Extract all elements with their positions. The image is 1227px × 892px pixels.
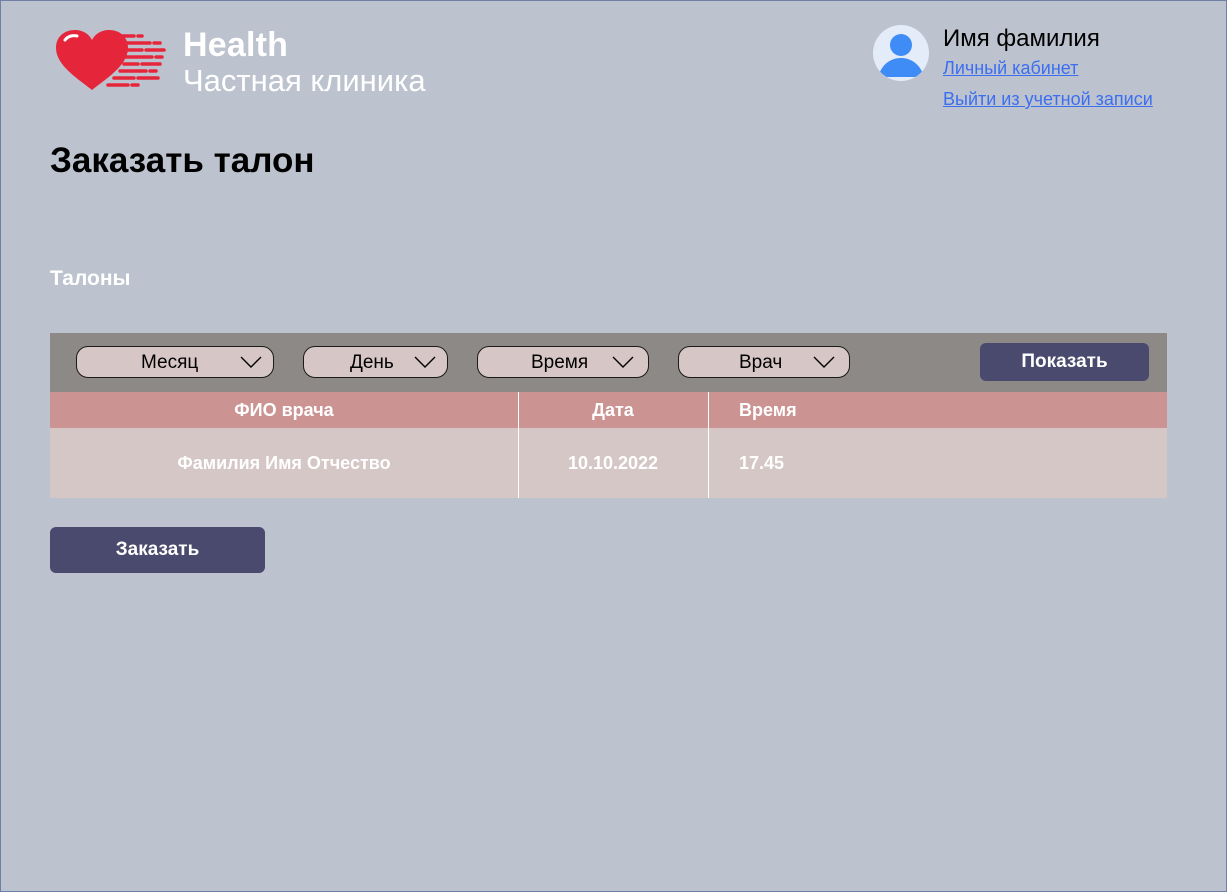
header-date: Дата xyxy=(592,399,634,420)
personal-cabinet-link[interactable]: Личный кабинет xyxy=(943,58,1078,79)
month-dropdown-label: Месяц xyxy=(141,352,199,373)
page-title: Заказать талон xyxy=(50,141,315,180)
table-header: ФИО врача Дата Время xyxy=(50,392,1167,428)
brand-subtitle: Частная клиника xyxy=(183,63,426,98)
order-button[interactable]: Заказать xyxy=(50,527,265,573)
column-divider xyxy=(518,392,519,498)
tickets-table: ФИО врача Дата Время Фамилия Имя Отчеств… xyxy=(50,392,1167,498)
header-doctor-name: ФИО врача xyxy=(234,399,334,420)
month-dropdown[interactable]: Месяц xyxy=(76,346,274,378)
cell-time: 17.45 xyxy=(739,452,785,473)
section-title: Талоны xyxy=(50,267,131,290)
time-dropdown-label: Время xyxy=(531,352,589,373)
cell-doctor-name: Фамилия Имя Отчество xyxy=(177,452,391,473)
time-dropdown[interactable]: Время xyxy=(477,346,649,378)
header-time: Время xyxy=(739,399,797,420)
heart-speed-icon xyxy=(52,28,170,96)
column-divider xyxy=(708,392,709,498)
chevron-down-icon xyxy=(813,356,835,368)
table-row[interactable]: Фамилия Имя Отчество 10.10.2022 17.45 xyxy=(50,428,1167,498)
filter-bar: Месяц День Время Врач Показать xyxy=(50,333,1167,392)
user-name: Имя фамилия xyxy=(943,25,1100,52)
chevron-down-icon xyxy=(612,356,634,368)
doctor-dropdown[interactable]: Врач xyxy=(678,346,850,378)
chevron-down-icon xyxy=(240,356,262,368)
day-dropdown[interactable]: День xyxy=(303,346,448,378)
logout-link[interactable]: Выйти из учетной записи xyxy=(943,89,1153,110)
doctor-dropdown-label: Врач xyxy=(739,352,783,373)
show-button[interactable]: Показать xyxy=(980,343,1149,381)
chevron-down-icon xyxy=(414,356,436,368)
day-dropdown-label: День xyxy=(350,352,394,373)
cell-date: 10.10.2022 xyxy=(567,452,659,473)
brand-title: Health xyxy=(183,26,289,64)
user-avatar-icon[interactable] xyxy=(873,25,929,81)
